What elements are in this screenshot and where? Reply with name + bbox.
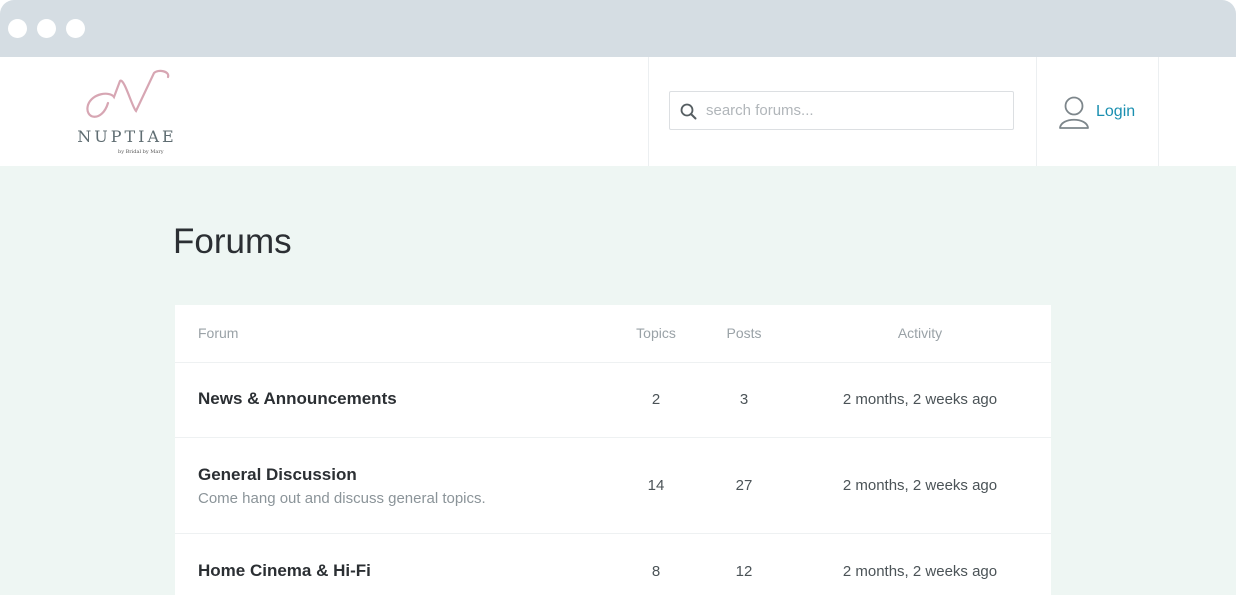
- browser-titlebar: [0, 0, 1236, 57]
- forum-name[interactable]: News & Announcements: [198, 389, 397, 409]
- site-header: NUPTIAE by Bridal by Mary Login: [0, 57, 1236, 166]
- header-divider: [1036, 57, 1037, 166]
- column-header-forum: Forum: [198, 325, 239, 341]
- last-activity[interactable]: 2 months, 2 weeks ago: [815, 391, 1025, 408]
- topics-count: 2: [651, 391, 661, 408]
- column-header-posts: Posts: [726, 325, 762, 341]
- column-header-activity: Activity: [897, 325, 943, 341]
- window-maximize-dot[interactable]: [66, 19, 85, 38]
- last-activity[interactable]: 2 months, 2 weeks ago: [815, 477, 1025, 494]
- browser-window: NUPTIAE by Bridal by Mary Login Forums F…: [0, 0, 1236, 595]
- forum-name[interactable]: Home Cinema & Hi-Fi: [198, 561, 371, 581]
- page-title: Forums: [173, 222, 292, 261]
- topics-count: 8: [651, 563, 661, 580]
- main-content: Forums Forum Topics Posts Activity News …: [0, 166, 1236, 595]
- logo-monogram-icon: [86, 69, 170, 118]
- table-row[interactable]: General Discussion Come hang out and dis…: [175, 438, 1051, 534]
- user-icon: [1059, 96, 1089, 129]
- search-box[interactable]: [669, 91, 1014, 130]
- login-link[interactable]: Login: [1058, 93, 1135, 131]
- forum-name[interactable]: General Discussion: [198, 465, 357, 485]
- header-divider: [648, 57, 649, 166]
- site-logo[interactable]: NUPTIAE by Bridal by Mary: [74, 67, 194, 157]
- logo-tagline: by Bridal by Mary: [118, 149, 164, 155]
- table-header: Forum Topics Posts Activity: [175, 305, 1051, 363]
- search-icon: [680, 103, 697, 120]
- search-input[interactable]: [706, 92, 1006, 129]
- column-header-topics: Topics: [636, 325, 676, 341]
- login-label: Login: [1096, 103, 1136, 120]
- table-row[interactable]: Home Cinema & Hi-Fi 8 12 2 months, 2 wee…: [175, 534, 1051, 595]
- posts-count: 3: [739, 391, 749, 408]
- forum-description: Come hang out and discuss general topics…: [198, 490, 486, 507]
- topics-count: 14: [647, 477, 665, 494]
- header-divider: [1158, 57, 1159, 166]
- last-activity[interactable]: 2 months, 2 weeks ago: [815, 563, 1025, 580]
- window-close-dot[interactable]: [8, 19, 27, 38]
- posts-count: 12: [735, 563, 753, 580]
- table-row[interactable]: News & Announcements 2 3 2 months, 2 wee…: [175, 362, 1051, 438]
- window-minimize-dot[interactable]: [37, 19, 56, 38]
- forums-table: Forum Topics Posts Activity News & Annou…: [175, 305, 1051, 595]
- posts-count: 27: [735, 477, 753, 494]
- logo-wordmark: NUPTIAE: [77, 127, 177, 146]
